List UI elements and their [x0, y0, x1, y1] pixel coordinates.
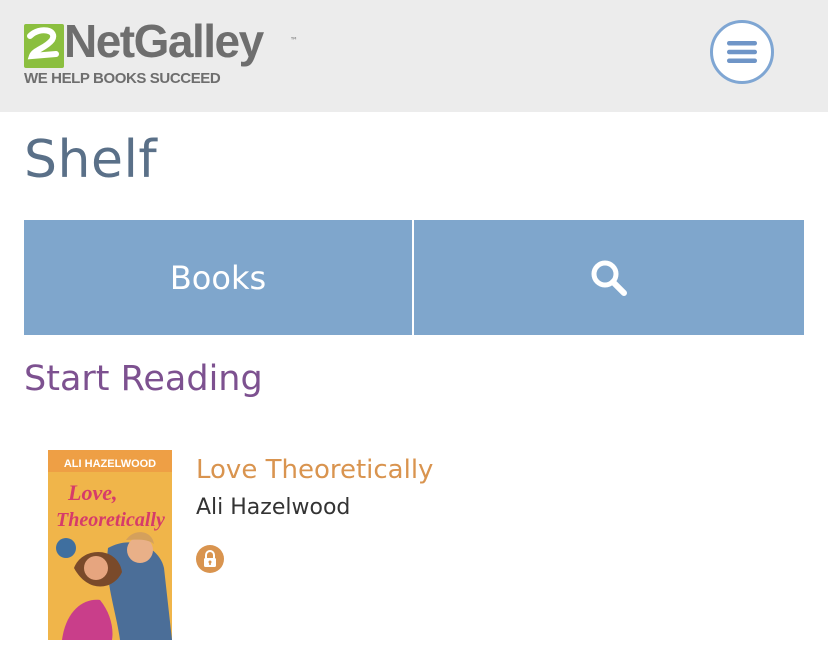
logo-badge-icon	[24, 24, 64, 68]
tab-search[interactable]	[414, 220, 804, 335]
book-cover[interactable]: ALI HAZELWOOD Love, Theoretically	[48, 450, 172, 640]
app-header: NetGalley ™ WE HELP BOOKS SUCCEED	[0, 0, 828, 112]
list-item: ALI HAZELWOOD Love, Theoretically Love T…	[48, 450, 788, 640]
page-title: Shelf	[24, 130, 158, 190]
tab-books-label: Books	[169, 258, 267, 297]
book-title-link[interactable]: Love Theoretically	[196, 455, 433, 485]
section-title-start-reading: Start Reading	[24, 359, 263, 399]
search-icon	[591, 260, 627, 296]
netgalley-logo[interactable]: NetGalley ™ WE HELP BOOKS SUCCEED	[22, 15, 302, 92]
tab-books[interactable]: Books	[24, 220, 412, 335]
cover-author-text: ALI HAZELWOOD	[64, 458, 156, 470]
cover-title-line1: Love,	[67, 480, 117, 505]
logo-tagline: WE HELP BOOKS SUCCEED	[24, 70, 221, 87]
logo-trademark: ™	[290, 36, 298, 45]
logo-wordmark: NetGalley	[64, 15, 264, 67]
menu-button[interactable]	[710, 20, 774, 84]
shelf-tabs: Books	[24, 220, 804, 335]
lock-icon	[196, 545, 224, 573]
cover-title-line2: Theoretically	[56, 509, 165, 531]
book-author: Ali Hazelwood	[196, 495, 351, 520]
hamburger-menu-icon	[727, 41, 757, 63]
